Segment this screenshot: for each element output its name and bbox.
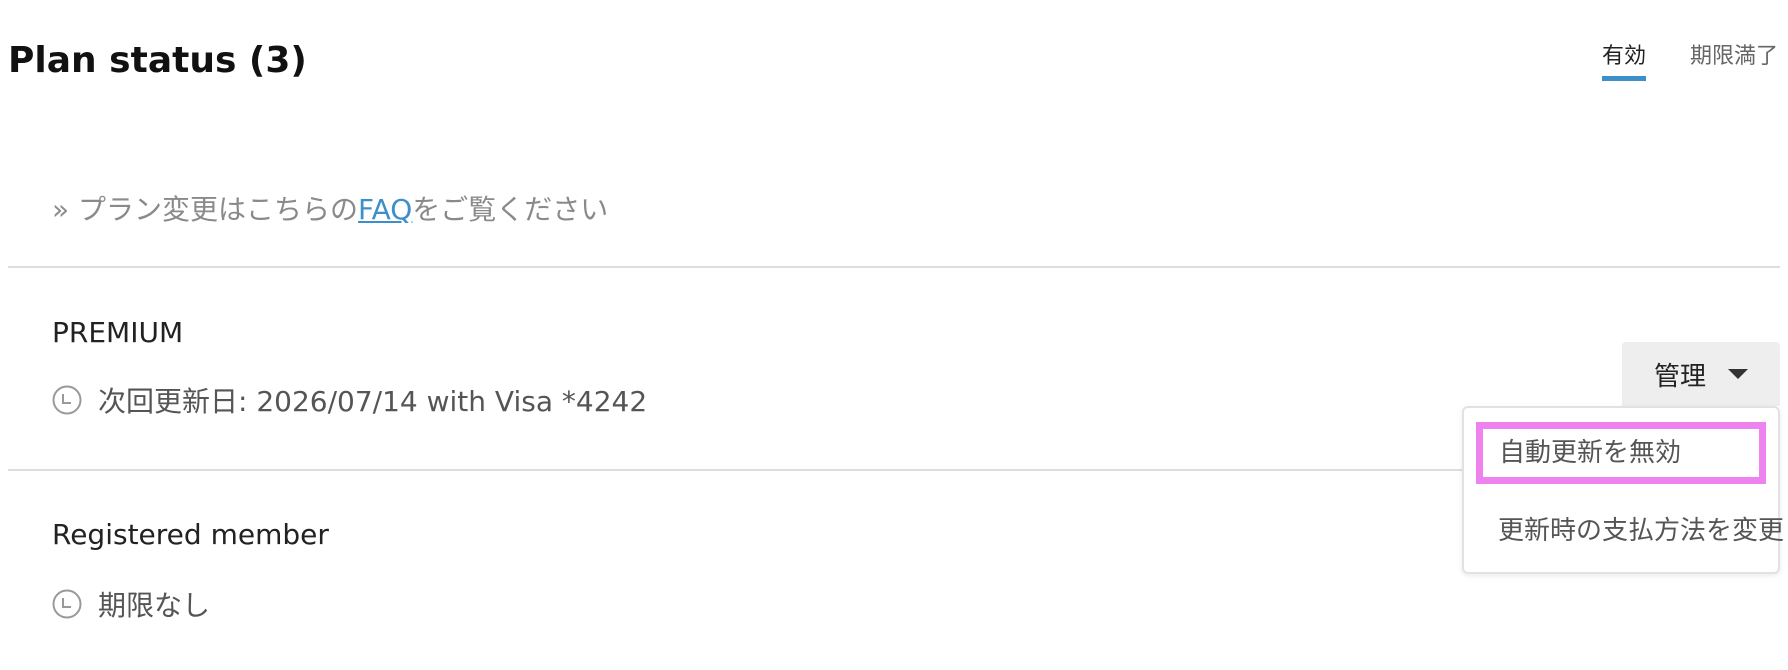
faq-link[interactable]: FAQ [358,193,412,226]
tab-expired[interactable]: 期限満了 [1690,38,1778,81]
status-tabs: 有効 期限満了 [1601,38,1778,81]
plan-name-premium: PREMIUM [52,316,184,349]
faq-prefix: » プラン変更はこちらの [52,193,359,226]
menu-item-disable-auto-renew[interactable]: 自動更新を無効 [1476,422,1766,484]
plan-name-registered: Registered member [52,518,329,551]
caret-down-icon [1728,369,1748,379]
tab-active[interactable]: 有効 [1601,38,1646,81]
plan-meta-text: 次回更新日: 2026/07/14 with Visa *4242 [98,385,648,418]
manage-button[interactable]: 管理 [1622,342,1780,406]
plan-status-page: Plan status (3) 有効 期限満了 » プラン変更はこちらのFAQを… [0,0,1788,670]
faq-notice: » プラン変更はこちらのFAQをご覧ください [52,188,608,228]
divider [8,266,1780,268]
plan-meta-premium: 次回更新日: 2026/07/14 with Visa *4242 [52,380,647,420]
menu-item-change-payment[interactable]: 更新時の支払方法を変更 [1498,510,1784,547]
faq-suffix: をご覧ください [412,193,609,226]
clock-icon [52,385,82,415]
page-title: Plan status (3) [8,40,307,81]
clock-icon [52,589,82,619]
plan-meta-registered: 期限なし [52,584,210,624]
manage-dropdown-menu: 自動更新を無効 更新時の支払方法を変更 [1462,406,1784,574]
manage-label: 管理 [1653,361,1706,392]
plan-meta-text: 期限なし [98,589,211,622]
